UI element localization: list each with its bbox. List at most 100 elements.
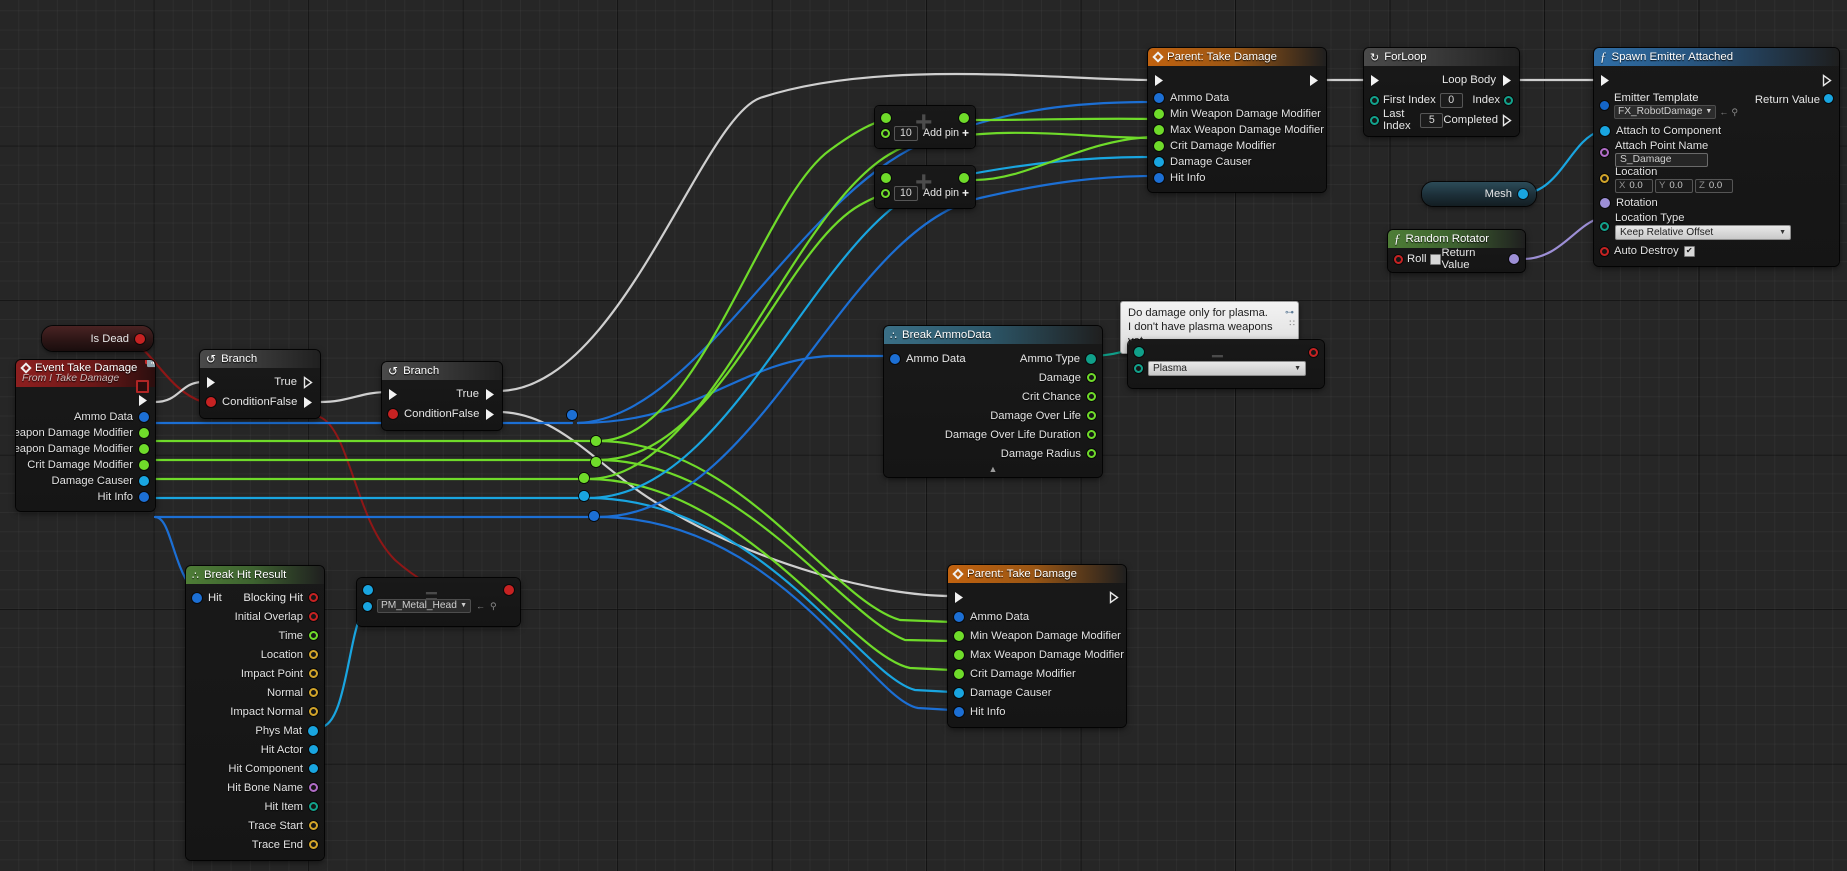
pin-ammo-data[interactable] bbox=[954, 611, 964, 622]
enum-equal-input-a-pin[interactable] bbox=[1134, 347, 1144, 357]
auto-destroy-checkbox[interactable]: ✔ bbox=[1683, 245, 1695, 257]
for-loop-exec-in[interactable] bbox=[1370, 74, 1381, 87]
pin-impact-normal[interactable] bbox=[309, 707, 318, 716]
random-rotator-return-pin[interactable] bbox=[1509, 254, 1519, 264]
random-rotator-roll-pin[interactable] bbox=[1394, 254, 1403, 264]
pin-max-weapon-damage-modifier[interactable] bbox=[139, 444, 149, 454]
pin-ammo-data[interactable] bbox=[139, 412, 149, 422]
browse-asset-icon[interactable]: ⚲ bbox=[490, 601, 497, 612]
node-parent-take-damage-bottom[interactable]: Parent: Take Damage Ammo Data Min Weapon… bbox=[948, 565, 1126, 727]
branch-2-true-out[interactable] bbox=[485, 388, 496, 401]
location-x-field[interactable]: X 0.0 bbox=[1615, 179, 1653, 193]
pin-hit-item[interactable] bbox=[309, 802, 318, 811]
pin-ammo-data[interactable] bbox=[1154, 93, 1164, 103]
mesh-output-pin[interactable] bbox=[1518, 189, 1528, 199]
add-1-value-field[interactable]: 10 bbox=[894, 125, 918, 141]
node-break-hit-result[interactable]: ∴ Break Hit Result Hit Blocking Hit Init… bbox=[186, 566, 324, 860]
for-loop-loop-body-out[interactable] bbox=[1502, 74, 1513, 87]
add-2-input-b-pin[interactable] bbox=[881, 188, 890, 198]
parent-bottom-exec-in[interactable] bbox=[954, 591, 965, 604]
pm-output-pin[interactable] bbox=[504, 585, 514, 595]
parent-top-exec-in[interactable] bbox=[1154, 74, 1165, 87]
pin-crit-damage-modifier[interactable] bbox=[954, 668, 964, 679]
pin-ammo-type[interactable] bbox=[1086, 353, 1096, 364]
pin-initial-overlap[interactable] bbox=[309, 612, 318, 621]
break-hit-input-pin[interactable] bbox=[192, 592, 202, 603]
branch-2-false-out[interactable] bbox=[485, 408, 496, 421]
add-2-input-a-pin[interactable] bbox=[881, 172, 891, 183]
rotation-pin[interactable] bbox=[1600, 198, 1610, 208]
pin-crit-damage-modifier[interactable] bbox=[1154, 141, 1164, 151]
for-loop-index-out-pin[interactable] bbox=[1504, 95, 1513, 105]
break-ammo-input-pin[interactable] bbox=[890, 353, 900, 364]
pin-trace-start[interactable] bbox=[309, 821, 318, 830]
attach-to-component-pin[interactable] bbox=[1600, 126, 1610, 136]
is-dead-output-pin[interactable] bbox=[135, 333, 145, 344]
add-2-add-pin-icon[interactable]: + bbox=[962, 187, 969, 199]
pin-trace-end[interactable] bbox=[309, 840, 318, 849]
enum-equal-input-b-pin[interactable] bbox=[1134, 363, 1143, 373]
pin-time[interactable] bbox=[309, 631, 318, 640]
pin-hit-component[interactable] bbox=[309, 764, 318, 773]
for-loop-first-index-field[interactable]: 0 bbox=[1439, 92, 1463, 108]
attach-point-name-field[interactable]: S_Damage bbox=[1615, 153, 1709, 167]
enum-equal-output-pin[interactable] bbox=[1309, 347, 1318, 357]
use-selected-asset-icon[interactable]: ← bbox=[1719, 107, 1728, 117]
pin-hit-actor[interactable] bbox=[309, 745, 318, 754]
emitter-template-pin[interactable] bbox=[1600, 101, 1609, 110]
pin-damage-over-life[interactable] bbox=[1087, 411, 1096, 420]
add-1-output-pin[interactable] bbox=[959, 112, 969, 123]
node-add-1[interactable]: + 10 Add pin + bbox=[875, 106, 975, 148]
node-parent-take-damage-top[interactable]: Parent: Take Damage Ammo Data Min Weapon… bbox=[1148, 48, 1326, 192]
location-type-dropdown[interactable]: Keep Relative Offset ▼ bbox=[1615, 225, 1791, 240]
node-spawn-emitter-attached[interactable]: ƒ Spawn Emitter Attached Emitter Templat… bbox=[1594, 48, 1839, 266]
node-random-rotator[interactable]: ƒ Random Rotator Roll Return Value bbox=[1388, 230, 1525, 272]
attach-point-name-pin[interactable] bbox=[1600, 148, 1609, 157]
node-break-ammo-data[interactable]: ∴ Break AmmoData Ammo Data Ammo Type Dam… bbox=[884, 326, 1102, 477]
location-z-field[interactable]: Z 0.0 bbox=[1695, 179, 1733, 193]
spawn-emitter-exec-out[interactable] bbox=[1822, 73, 1833, 87]
pin-min-weapon-damage-modifier[interactable] bbox=[954, 630, 964, 641]
node-is-dead[interactable]: Is Dead bbox=[42, 326, 153, 351]
blueprint-graph-canvas[interactable]: Is Dead Event Take Damage From I Take Da… bbox=[0, 0, 1847, 871]
branch-1-true-out[interactable] bbox=[303, 375, 314, 389]
pin-crit-damage-modifier[interactable] bbox=[139, 460, 149, 470]
pm-metal-head-dropdown[interactable]: PM_Metal_Head ▼ bbox=[377, 599, 471, 613]
location-type-pin[interactable] bbox=[1600, 222, 1609, 231]
pin-max-weapon-damage-modifier[interactable] bbox=[954, 649, 964, 660]
add-2-add-pin-label[interactable]: Add pin bbox=[923, 187, 959, 199]
node-for-loop[interactable]: ↻ ForLoop Loop Body First Index 0 Index bbox=[1364, 48, 1519, 136]
pin-location[interactable] bbox=[309, 650, 318, 659]
add-1-add-pin-icon[interactable]: + bbox=[962, 127, 969, 139]
pin-hit-info[interactable] bbox=[139, 492, 149, 502]
pin-damage-radius[interactable] bbox=[1087, 449, 1096, 458]
pin-phys-mat[interactable] bbox=[308, 725, 318, 736]
pin-damage[interactable] bbox=[1087, 373, 1096, 382]
branch-1-exec-in[interactable] bbox=[206, 376, 217, 389]
pin-crit-chance[interactable] bbox=[1087, 392, 1096, 401]
pin-damage-causer[interactable] bbox=[1154, 157, 1164, 167]
pin-hit-bone-name[interactable] bbox=[309, 783, 318, 792]
pin-impact-point[interactable] bbox=[309, 669, 318, 678]
pin-hit-info[interactable] bbox=[954, 706, 964, 717]
for-loop-last-index-field[interactable]: 5 bbox=[1420, 112, 1444, 128]
branch-1-condition-pin[interactable] bbox=[206, 397, 216, 407]
pin-min-weapon-damage-modifier[interactable] bbox=[139, 428, 149, 438]
for-loop-last-index-pin[interactable] bbox=[1370, 115, 1379, 125]
add-1-add-pin-label[interactable]: Add pin bbox=[923, 127, 959, 139]
node-event-take-damage[interactable]: Event Take Damage From I Take Damage 🤖 A… bbox=[16, 360, 155, 511]
pm-input-a-pin[interactable] bbox=[363, 585, 373, 595]
add-1-input-b-pin[interactable] bbox=[881, 128, 890, 138]
node-mesh[interactable]: Mesh bbox=[1422, 182, 1536, 206]
comment-options-icon[interactable]: ∷ bbox=[1289, 316, 1295, 330]
parent-bottom-exec-out[interactable] bbox=[1109, 590, 1120, 604]
branch-1-false-out[interactable] bbox=[303, 396, 314, 409]
location-y-field[interactable]: Y 0.0 bbox=[1655, 179, 1693, 193]
parent-top-exec-out[interactable] bbox=[1309, 74, 1320, 87]
exec-out-pin[interactable] bbox=[138, 394, 149, 407]
branch-2-condition-pin[interactable] bbox=[388, 409, 398, 419]
pin-blocking-hit[interactable] bbox=[309, 593, 318, 602]
pin-damage-over-life-duration[interactable] bbox=[1087, 430, 1096, 439]
add-1-input-a-pin[interactable] bbox=[881, 112, 891, 123]
pin-min-weapon-damage-modifier[interactable] bbox=[1154, 109, 1164, 119]
